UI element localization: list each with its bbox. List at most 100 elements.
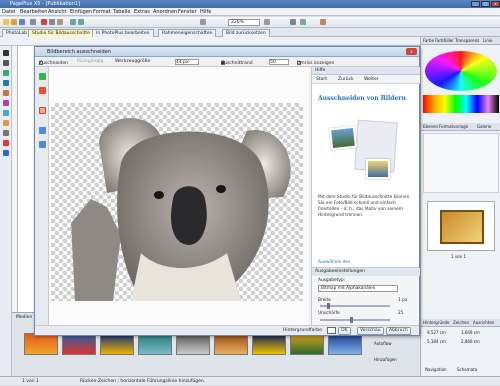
undo-icon[interactable] (70, 19, 76, 25)
page-preview[interactable] (427, 201, 495, 251)
media-thumb[interactable] (328, 333, 362, 355)
open-icon[interactable] (11, 19, 17, 25)
menu-einfuegen[interactable]: Einfügen (70, 9, 92, 15)
tab-line[interactable]: Linie (483, 38, 492, 43)
help-back-button[interactable]: Zurück (338, 77, 354, 82)
media-thumb[interactable] (176, 333, 210, 355)
zoom-out-icon[interactable] (200, 19, 206, 25)
y-value[interactable]: 5,184 cm (427, 339, 446, 344)
fill-icon[interactable] (3, 140, 9, 146)
menu-tabelle[interactable]: Tabelle (113, 9, 130, 15)
layers-list[interactable] (423, 133, 499, 193)
copy-icon[interactable] (49, 19, 55, 25)
keep-brush-icon[interactable] (39, 73, 46, 80)
crop-icon[interactable] (3, 70, 9, 76)
zoom-in-icon[interactable] (264, 19, 270, 25)
width-slider-thumb[interactable] (326, 303, 330, 309)
menu-hilfe[interactable]: Hilfe (200, 9, 211, 15)
media-label: Medien (16, 315, 33, 320)
help-forward-button[interactable]: Weiter (364, 77, 379, 82)
autoflow-button[interactable]: Autoflow (374, 341, 392, 346)
view-icon[interactable] (290, 19, 296, 25)
tab-gallery[interactable]: Galerie (477, 124, 491, 129)
menu-format[interactable]: Format (93, 9, 111, 15)
minimize-button[interactable]: _ (471, 1, 480, 7)
crop-margin-input[interactable]: 50 (269, 59, 289, 65)
paste-icon[interactable] (57, 19, 63, 25)
tab-frame-properties[interactable]: Rahmeneigenschaften (158, 29, 217, 37)
brush-size-input[interactable]: 44 px (175, 59, 199, 65)
zoom-icon[interactable] (39, 141, 46, 148)
help-link[interactable]: Auswählen des (318, 260, 350, 265)
tab-align[interactable]: Ausrichten (473, 320, 494, 325)
width-value[interactable]: 3,649 cm (461, 330, 480, 335)
tab-color[interactable]: Farbe (423, 38, 434, 43)
menu-datei[interactable]: Datei (2, 9, 15, 15)
menu-fenster[interactable]: Fenster (178, 9, 197, 15)
rotate-icon[interactable] (3, 60, 9, 66)
tab-characters[interactable]: Zeichen (453, 320, 469, 325)
tab-transparency[interactable]: Transparenz (455, 38, 479, 43)
print-icon[interactable] (30, 19, 36, 25)
pan-icon[interactable] (39, 127, 46, 134)
output-type-select[interactable]: Bitmap mit Alphakanälen (318, 285, 398, 292)
color-wheel[interactable] (425, 51, 497, 91)
media-thumb[interactable] (100, 333, 134, 355)
menu-ansicht[interactable]: Ansicht (48, 9, 66, 15)
transparency-icon[interactable] (3, 150, 9, 156)
close-button[interactable]: x (491, 1, 500, 7)
table-icon[interactable] (3, 110, 9, 116)
tab-cutout-studio[interactable]: Studio für Bildausschnitte (28, 29, 94, 37)
zoom-combobox[interactable]: 226% (228, 19, 260, 26)
cut-icon[interactable] (41, 19, 47, 25)
media-thumb[interactable] (24, 333, 58, 355)
height-value[interactable]: 2,860 cm (461, 339, 480, 344)
shape-icon[interactable] (3, 100, 9, 106)
tools-toolbar (0, 46, 12, 376)
media-thumb[interactable] (214, 333, 248, 355)
pointer-icon[interactable] (3, 50, 9, 56)
width-slider[interactable] (320, 303, 390, 309)
menu-bearbeiten[interactable]: Bearbeiten (20, 9, 47, 15)
text-icon[interactable] (3, 80, 9, 86)
maximize-button[interactable]: □ (481, 1, 490, 7)
eraser-icon[interactable] (39, 107, 46, 114)
tab-schemes[interactable]: Schemata (457, 367, 477, 372)
discard-brush-icon[interactable] (39, 87, 46, 94)
tab-edit-photoplus[interactable]: In PhotoPlus bearbeiten (92, 29, 154, 37)
media-thumb[interactable] (138, 333, 172, 355)
cancel-button[interactable]: Abbruch (386, 327, 411, 335)
media-thumb[interactable] (252, 333, 286, 355)
picture-icon[interactable] (3, 120, 9, 126)
redo-icon[interactable] (78, 19, 84, 25)
tab-layers[interactable]: Ebenen (423, 124, 438, 129)
menu-extras[interactable]: Extras (134, 9, 150, 15)
dialog-close-button[interactable]: x (406, 48, 417, 55)
add-button[interactable]: Hinzufügen (374, 357, 397, 362)
new-icon[interactable] (3, 19, 9, 25)
menu-anordnen[interactable]: Anordnen (153, 9, 177, 15)
x-value[interactable]: 9,527 cm (427, 330, 446, 335)
blur-slider-thumb[interactable] (350, 317, 354, 323)
color-spectrum[interactable] (423, 95, 499, 113)
pen-icon[interactable] (3, 90, 9, 96)
image-canvas[interactable] (51, 103, 303, 301)
tab-photolab[interactable]: PhotoLab (2, 29, 31, 37)
media-thumb[interactable] (290, 333, 324, 355)
blur-slider[interactable] (320, 317, 390, 323)
tab-backgrounds[interactable]: Hintergründe (423, 320, 450, 325)
undo-option[interactable]: Rückgängig (77, 59, 103, 64)
tab-reset-image[interactable]: Bild zurücksetzen (222, 29, 270, 37)
frame-icon[interactable] (320, 19, 326, 25)
line-icon[interactable] (3, 130, 9, 136)
tab-fill[interactable]: Farbfüller (435, 38, 454, 43)
media-thumb[interactable] (62, 333, 96, 355)
save-icon[interactable] (19, 19, 25, 25)
tab-style[interactable]: Formatvorlage (439, 124, 468, 129)
tab-navigation[interactable]: Navigation (425, 367, 447, 372)
grid-icon[interactable] (300, 19, 306, 25)
preview-button[interactable]: Vorschau (357, 327, 384, 335)
ok-button[interactable]: OK (338, 327, 351, 335)
help-home-button[interactable]: Start (316, 77, 327, 82)
background-color-swatch[interactable] (327, 327, 336, 334)
